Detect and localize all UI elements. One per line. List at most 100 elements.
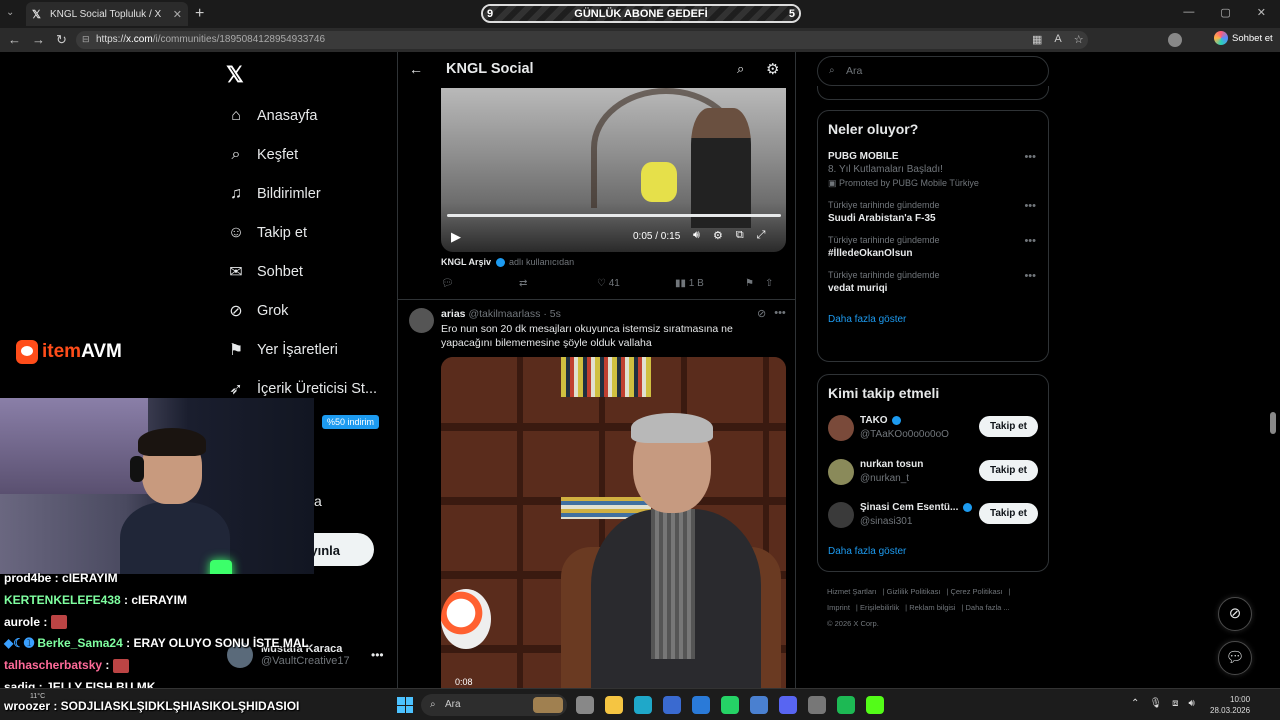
- gear-icon[interactable]: ⚙: [766, 60, 779, 78]
- pip-icon[interactable]: ⧉: [736, 229, 744, 242]
- repost-icon[interactable]: ⇄: [519, 278, 597, 289]
- post-video-2[interactable]: 0:08: [441, 357, 786, 688]
- new-tab-button[interactable]: +: [195, 5, 204, 23]
- post-video-player[interactable]: ▶ 0:05 / 0:15 🔊︎ ⚙ ⧉ ⤢: [441, 88, 786, 252]
- follow-suggestion[interactable]: nurkan tosun @nurkan_t Takip et: [828, 457, 1038, 501]
- nav-grok[interactable]: ⊘ Grok: [226, 291, 377, 330]
- source-user[interactable]: KNGL Arşiv: [441, 257, 491, 267]
- suggestion-handle: @nurkan_t: [860, 472, 910, 484]
- follow-show-more[interactable]: Daha fazla göster: [828, 546, 1038, 557]
- favorite-star-icon[interactable]: ☆: [1074, 33, 1084, 46]
- whatsapp-icon[interactable]: [721, 696, 739, 714]
- trends-show-more[interactable]: Daha fazla göster: [828, 314, 1038, 325]
- profile-avatar[interactable]: [1168, 33, 1182, 47]
- footer-link[interactable]: Reklam bilgisi: [909, 603, 955, 612]
- share-icon[interactable]: ⇧: [765, 278, 773, 289]
- taskbar-clock[interactable]: 10:00 28.03.2026: [1210, 694, 1250, 716]
- trend-context: Türkiye tarihinde gündemde: [828, 235, 940, 245]
- post-author-handle[interactable]: @takilmaarlass: [468, 308, 540, 320]
- search-input[interactable]: ⌕ Ara: [817, 56, 1049, 86]
- trend-item[interactable]: Türkiye tarihinde gündemde #İlledeOkanOl…: [828, 235, 1038, 259]
- tray-chevron-icon[interactable]: ⌃: [1131, 698, 1139, 709]
- close-window-icon[interactable]: ✕: [1257, 6, 1266, 19]
- network-icon[interactable]: ⧈: [1172, 698, 1178, 709]
- volume-icon[interactable]: 🔊︎: [693, 229, 700, 242]
- trend-item[interactable]: PUBG MOBILE 8. Yıl Kutlamaları Başladı! …: [828, 151, 1038, 189]
- follow-button[interactable]: Takip et: [979, 459, 1038, 481]
- nav-home[interactable]: ⌂ Anasayfa: [226, 96, 377, 135]
- x-logo-icon[interactable]: 𝕏: [226, 62, 244, 88]
- grok-fab-icon[interactable]: ⊘: [1218, 597, 1252, 631]
- scrollbar-thumb[interactable]: [1270, 412, 1276, 434]
- post-author-name[interactable]: arias: [441, 308, 466, 320]
- bookmark-post-icon[interactable]: ⚑: [745, 278, 765, 289]
- browser-tab[interactable]: 𝕏 KNGL Social Topluluk / X ✕: [26, 2, 188, 26]
- store-icon[interactable]: [663, 696, 681, 714]
- file-explorer-icon[interactable]: [605, 696, 623, 714]
- footer-link[interactable]: Imprint: [827, 603, 850, 612]
- trend-more-icon[interactable]: •••: [1024, 200, 1036, 212]
- follow-button[interactable]: Takip et: [979, 503, 1038, 524]
- back-icon[interactable]: ←: [8, 32, 21, 47]
- taskbar-search[interactable]: ⌕ Ara: [421, 694, 567, 716]
- trend-more-icon[interactable]: •••: [1024, 235, 1036, 247]
- footer-link[interactable]: Çerez Politikası: [950, 587, 1002, 596]
- tab-actions-icon[interactable]: ⌄: [6, 7, 14, 18]
- nav-messages[interactable]: ✉ Sohbet: [226, 252, 377, 291]
- kick-icon[interactable]: [866, 696, 884, 714]
- post-author-avatar[interactable]: [409, 308, 434, 333]
- community-search-icon[interactable]: ⌕: [737, 61, 744, 77]
- footer-link[interactable]: Hizmet Şartları: [827, 587, 877, 596]
- trend-item[interactable]: Türkiye tarihinde gündemde Suudi Arabist…: [828, 200, 1038, 224]
- follow-suggestion[interactable]: Şinasi Cem Esentü... @sinasi301 Takip et: [828, 500, 1038, 544]
- footer-link[interactable]: Erişilebilirlik: [860, 603, 899, 612]
- reply-icon[interactable]: 💬︎: [441, 278, 519, 289]
- settings-icon[interactable]: ⚙: [713, 229, 723, 242]
- forward-icon[interactable]: →: [32, 32, 45, 47]
- reload-icon[interactable]: ↻: [56, 32, 67, 48]
- scrollbar[interactable]: [1269, 52, 1277, 688]
- nav-bookmarks[interactable]: ⚑ Yer İşaretleri: [226, 330, 377, 369]
- play-icon[interactable]: ▶: [451, 229, 461, 245]
- microphone-icon[interactable]: 🎙︎: [1149, 698, 1162, 709]
- post-more-icon[interactable]: •••: [774, 307, 786, 320]
- windows-start-icon[interactable]: [397, 697, 413, 713]
- minimize-icon[interactable]: —: [1183, 6, 1194, 19]
- maximize-icon[interactable]: ▢: [1220, 6, 1230, 19]
- trend-item[interactable]: Türkiye tarihinde gündemde vedat muriqi …: [828, 270, 1038, 294]
- suggestion-avatar[interactable]: [828, 502, 854, 528]
- follow-button[interactable]: Takip et: [979, 416, 1038, 437]
- discord-icon[interactable]: [779, 696, 797, 714]
- obs-icon[interactable]: [808, 696, 826, 714]
- back-arrow-icon[interactable]: ←: [409, 61, 423, 77]
- nav-explore[interactable]: ⌕ Keşfet: [226, 135, 377, 174]
- trend-more-icon[interactable]: •••: [1024, 270, 1036, 282]
- task-view-icon[interactable]: [576, 696, 594, 714]
- follow-suggestion[interactable]: TAKO @TAaKOo0o0o0oO Takip et: [828, 413, 1038, 457]
- url-field[interactable]: ⊟ https://x.com/i/communities/1895084128…: [76, 31, 1088, 49]
- read-aloud-icon[interactable]: A: [1054, 33, 1061, 46]
- messages-fab-icon[interactable]: 💬︎: [1218, 641, 1252, 675]
- grok-post-icon[interactable]: ⊘: [757, 307, 766, 320]
- app-icon[interactable]: [750, 696, 768, 714]
- footer-link[interactable]: Gizlilik Politikası: [887, 587, 941, 596]
- volume-tray-icon[interactable]: 🔊︎: [1188, 698, 1194, 709]
- copilot-chat-button[interactable]: Sohbet et: [1214, 31, 1273, 45]
- views-button[interactable]: ▮▮ 1 B: [675, 278, 745, 289]
- edge-icon[interactable]: [634, 696, 652, 714]
- mail-app-icon[interactable]: [692, 696, 710, 714]
- suggestion-avatar[interactable]: [828, 415, 854, 441]
- video-progress-bar[interactable]: [447, 214, 781, 217]
- spotify-icon[interactable]: [837, 696, 855, 714]
- suggestion-avatar[interactable]: [828, 458, 854, 485]
- site-info-icon[interactable]: ⊟: [82, 34, 90, 45]
- fullscreen-icon[interactable]: ⤢: [757, 229, 766, 242]
- nav-follow[interactable]: ☺ Takip et: [226, 213, 377, 252]
- nav-notifications[interactable]: ♫ Bildirimler: [226, 174, 377, 213]
- like-button[interactable]: ♡ 41: [597, 278, 675, 289]
- apps-icon[interactable]: ▦: [1032, 33, 1042, 46]
- trend-more-icon[interactable]: •••: [1024, 151, 1036, 163]
- more-icon[interactable]: •••: [371, 648, 384, 662]
- footer-link[interactable]: Daha fazla ...: [966, 603, 1010, 612]
- tab-close-icon[interactable]: ✕: [173, 8, 182, 21]
